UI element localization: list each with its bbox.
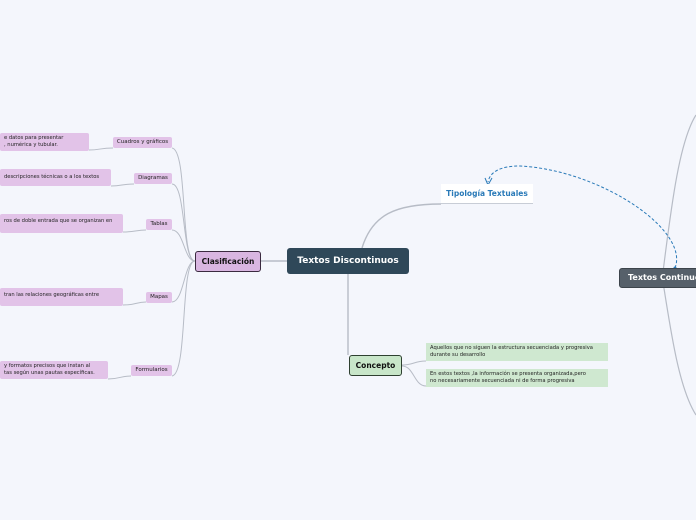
connector	[560, 270, 619, 278]
concepto-line: En estos textos ,la información se prese…	[430, 371, 586, 377]
description-line: ros de doble entrada que se organizan en	[4, 218, 113, 224]
mind-map-canvas: Textos Discontinuos Textos Continuos Tip…	[0, 0, 696, 520]
subtopic-tablas[interactable]: Tablas	[146, 219, 172, 230]
description-diagramas[interactable]: descripciones técnicas o a los textos	[0, 169, 111, 186]
concepto-line: durante su desarrollo	[430, 352, 486, 358]
connector	[107, 375, 132, 380]
description-mapas[interactable]: tran las relaciones geográficas entre	[0, 288, 123, 306]
connector	[401, 360, 427, 366]
topic-concepto[interactable]: Concepto	[349, 355, 402, 376]
connector	[662, 281, 696, 416]
connector	[662, 114, 696, 273]
description-line: descripciones técnicas o a los textos	[4, 174, 100, 180]
connector	[122, 301, 147, 306]
description-line: e datos para presentar	[4, 135, 64, 141]
topic-clasificacion[interactable]: Clasificación	[195, 251, 261, 272]
relationship-link[interactable]	[487, 165, 678, 269]
topic-tipologia-textuales[interactable]: Tipología Textuales	[441, 184, 533, 204]
connector	[171, 260, 196, 377]
connector	[401, 365, 427, 387]
connector	[361, 203, 442, 249]
connector	[171, 260, 196, 303]
connector	[122, 229, 147, 233]
subtopic-mapas[interactable]: Mapas	[146, 292, 172, 303]
subtopic-formularios[interactable]: Formularios	[131, 365, 172, 376]
concepto-line: Aquellos que no siguen la estructura sec…	[430, 345, 593, 351]
concepto-line: no necesariamente secuenciada ni de form…	[430, 378, 575, 384]
subtopic-diagramas[interactable]: Diagramas	[134, 173, 172, 184]
description-tablas[interactable]: ros de doble entrada que se organizan en	[0, 214, 123, 233]
connector	[88, 147, 114, 151]
description-line: tran las relaciones geográficas entre	[4, 292, 100, 298]
connector	[171, 229, 196, 262]
description-line: y formatos precisos que instan al	[4, 363, 91, 369]
connector	[110, 183, 135, 187]
description-line: tas según unas pautas específicas.	[4, 370, 95, 376]
main-topic-textos-continuos[interactable]: Textos Continuos	[619, 268, 696, 288]
description-line: , numérica y tubular.	[4, 142, 58, 148]
description-cuadros[interactable]: e datos para presentar , numérica y tubu…	[0, 133, 89, 151]
description-formularios[interactable]: y formatos precisos que instan al tas se…	[0, 361, 108, 379]
central-topic[interactable]: Textos Discontinuos	[287, 248, 409, 274]
subtopic-cuadros-y-graficos[interactable]: Cuadros y gráficos	[113, 137, 172, 148]
concepto-item-1[interactable]: Aquellos que no siguen la estructura sec…	[426, 343, 608, 361]
concepto-item-2[interactable]: En estos textos ,la información se prese…	[426, 369, 608, 387]
